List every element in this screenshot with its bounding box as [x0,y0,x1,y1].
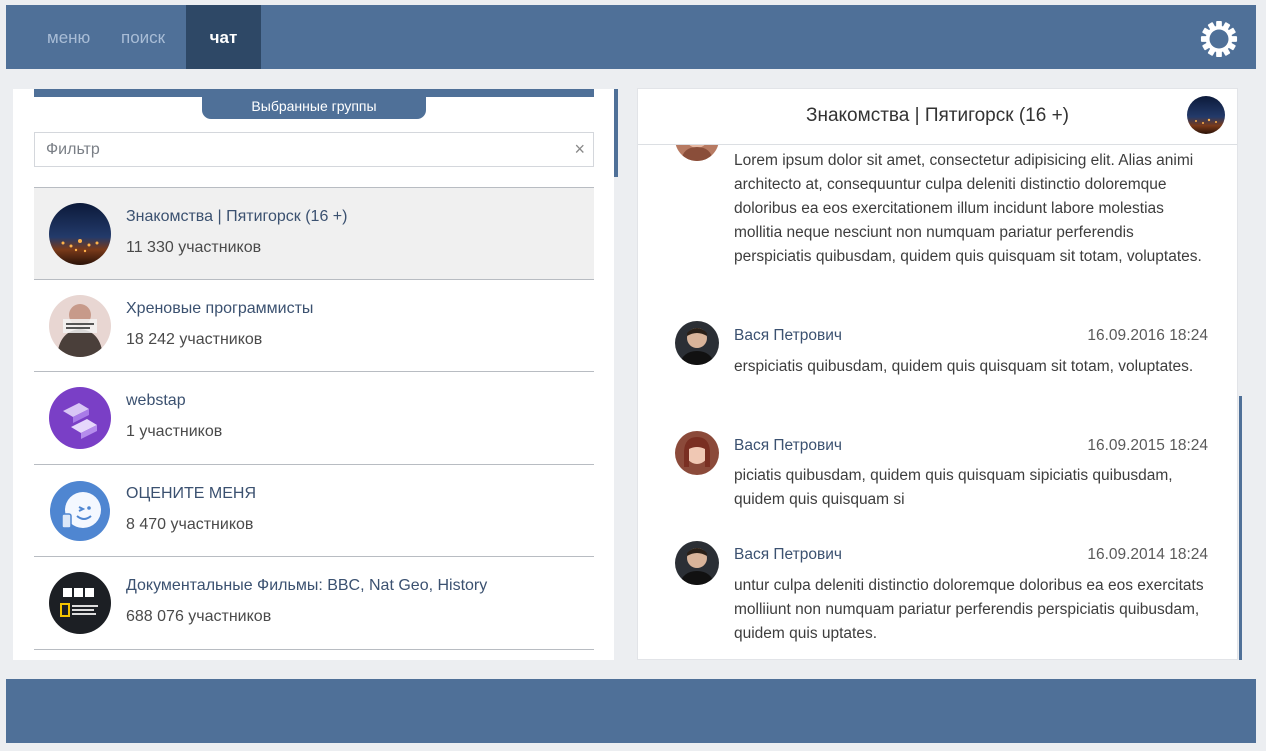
message-avatar [675,541,719,585]
group-item-hrenovye-programmisty[interactable]: Хреновые программисты 18 242 участников [34,280,594,373]
group-name[interactable]: ОЦЕНИТЕ МЕНЯ [126,485,256,503]
chat-header: Знакомства | Пятигорск (16 +) [638,89,1237,145]
group-member-count: 11 330 участников [126,239,262,256]
message-author[interactable]: Вася Петрович [734,327,842,345]
message-list: Lorem ipsum dolor sit amet, consectetur … [638,145,1237,659]
chat-scrollbar[interactable] [1239,396,1242,660]
groups-scrollbar[interactable] [614,89,618,177]
chat-panel: Знакомства | Пятигорск (16 +) Lorem ipsu… [637,88,1238,660]
clear-filter-icon[interactable]: × [574,139,585,159]
selected-groups-tab[interactable]: Выбранные группы [202,96,426,119]
footer-bar [6,679,1256,743]
filter-field[interactable]: × [34,132,594,167]
group-member-count: 1 участников [126,423,223,441]
group-list: Знакомства | Пятигорск (16 +) 11 330 уча… [34,187,594,650]
group-avatar [49,572,111,635]
group-name[interactable]: Хреновые программисты [126,300,313,318]
filter-input[interactable] [35,133,555,166]
group-member-count: 688 076 участников [126,608,272,626]
nav-menu-link[interactable]: меню [47,5,90,69]
group-avatar [49,203,111,265]
nav-chat-tab[interactable]: чат [186,5,261,69]
message-avatar [675,321,719,365]
chat-title: Знакомства | Пятигорск (16 +) [806,105,1069,126]
message-author[interactable]: Вася Петрович [734,546,842,564]
message-text: Lorem ipsum dolor sit amet, consectetur … [734,152,1202,265]
group-item-dokumentalnye-filmy[interactable]: Документальные Фильмы: BBC, Nat Geo, His… [34,557,594,650]
nav-search-link[interactable]: поиск [121,5,165,69]
group-avatar [49,294,111,357]
message-time: 16.09.2014 18:24 [1087,546,1208,563]
group-member-count: 18 242 участников [126,330,263,348]
group-name[interactable]: Документальные Фильмы: BBC, Nat Geo, His… [126,577,487,595]
chat-group-avatar[interactable] [1187,96,1225,134]
group-item-znakomstva[interactable]: Знакомства | Пятигорск (16 +) 11 330 уча… [34,187,594,280]
group-name[interactable]: Знакомства | Пятигорск (16 +) [126,208,347,226]
message-avatar [675,145,719,161]
group-avatar [49,479,111,542]
message-time: 16.09.2015 18:24 [1087,437,1208,454]
gear-icon[interactable] [1200,20,1238,58]
message-time: 16.09.2016 18:24 [1087,327,1208,344]
message-text: untur culpa deleniti distinctio doloremq… [734,577,1204,642]
groups-panel: Выбранные группы × Знакомства | Пятигорс… [13,89,614,660]
group-name[interactable]: webstap [126,392,186,410]
message-text: erspiciatis quibusdam, quidem quis quisq… [734,358,1194,375]
group-avatar [49,387,111,450]
message-avatar [675,431,719,475]
group-item-webstap[interactable]: webstap 1 участников [34,372,594,465]
message-author[interactable]: Вася Петрович [734,437,842,455]
group-item-ocenite-menya[interactable]: ОЦЕНИТЕ МЕНЯ 8 470 участников [34,465,594,558]
group-member-count: 8 470 участников [126,515,254,533]
top-navigation-bar: меню поиск чат [6,5,1256,69]
message-text: piciatis quibusdam, quidem quis quisquam… [734,467,1173,508]
